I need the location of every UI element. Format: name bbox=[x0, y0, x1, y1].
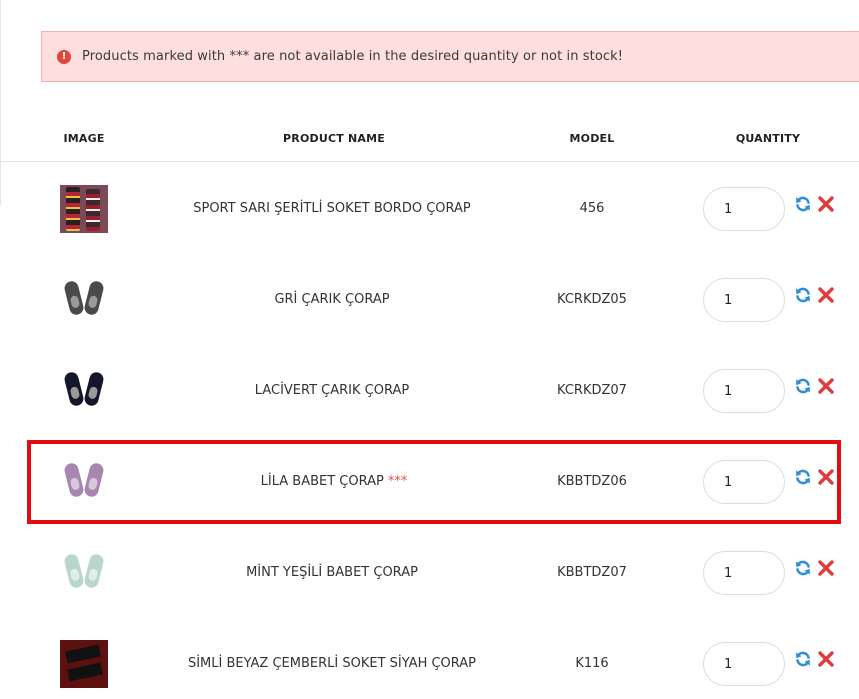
cart-row: SPORT SARI ŞERİTLİ SOKET BORDO ÇORAP 456 bbox=[0, 163, 859, 254]
lilac-liner-sock-image[interactable] bbox=[60, 458, 108, 506]
refresh-icon[interactable] bbox=[794, 195, 812, 213]
quantity-input[interactable] bbox=[703, 369, 785, 413]
remove-icon[interactable] bbox=[817, 559, 835, 577]
quantity-input[interactable] bbox=[703, 460, 785, 504]
shopping-cart-page: ! Products marked with *** are not avail… bbox=[0, 0, 859, 699]
exclamation-circle-icon: ! bbox=[57, 49, 71, 64]
product-model: 456 bbox=[579, 201, 605, 216]
product-name-link[interactable]: LACİVERT ÇARIK ÇORAP bbox=[159, 383, 509, 398]
navy-liner-sock-image[interactable] bbox=[60, 367, 108, 415]
product-name-link[interactable]: SİMLİ BEYAZ ÇEMBERLİ SOKET SİYAH ÇORAP bbox=[159, 656, 509, 671]
header-quantity: QUANTITY bbox=[735, 132, 801, 145]
product-name-link[interactable]: GRİ ÇARIK ÇORAP bbox=[159, 292, 509, 307]
quantity-input[interactable] bbox=[703, 278, 785, 322]
quantity-input[interactable] bbox=[703, 551, 785, 595]
mint-liner-sock-image[interactable] bbox=[60, 549, 108, 597]
gray-liner-sock-image[interactable] bbox=[60, 276, 108, 324]
quantity-input[interactable] bbox=[703, 642, 785, 686]
black-sock-image[interactable] bbox=[60, 640, 108, 688]
product-model: KBBTDZ07 bbox=[557, 565, 627, 580]
out-of-stock-marker: *** bbox=[387, 474, 408, 489]
refresh-icon[interactable] bbox=[794, 559, 812, 577]
header-model: MODEL bbox=[569, 132, 615, 145]
product-name-link[interactable]: MİNT YEŞİLİ BABET ÇORAP bbox=[159, 565, 509, 580]
header-product-name: PRODUCT NAME bbox=[283, 132, 385, 145]
cart-row: MİNT YEŞİLİ BABET ÇORAP KBBTDZ07 bbox=[0, 527, 859, 618]
refresh-icon[interactable] bbox=[794, 377, 812, 395]
stock-warning-alert: ! Products marked with *** are not avail… bbox=[41, 31, 859, 82]
remove-icon[interactable] bbox=[817, 286, 835, 304]
cart-row-out-of-stock: LİLA BABET ÇORAP *** KBBTDZ06 bbox=[0, 436, 859, 527]
cart-table-header: IMAGE PRODUCT NAME MODEL QUANTITY bbox=[0, 118, 859, 162]
refresh-icon[interactable] bbox=[794, 468, 812, 486]
remove-icon[interactable] bbox=[817, 377, 835, 395]
striped-sock-image[interactable] bbox=[60, 185, 108, 233]
cart-row: SİMLİ BEYAZ ÇEMBERLİ SOKET SİYAH ÇORAP K… bbox=[0, 618, 859, 699]
cart-row: GRİ ÇARIK ÇORAP KCRKDZ05 bbox=[0, 254, 859, 345]
refresh-icon[interactable] bbox=[794, 650, 812, 668]
remove-icon[interactable] bbox=[817, 195, 835, 213]
remove-icon[interactable] bbox=[817, 468, 835, 486]
remove-icon[interactable] bbox=[817, 650, 835, 668]
product-name-link[interactable]: SPORT SARI ŞERİTLİ SOKET BORDO ÇORAP bbox=[159, 201, 509, 216]
product-model: K116 bbox=[575, 656, 609, 671]
product-model: KCRKDZ07 bbox=[557, 383, 627, 398]
header-image: IMAGE bbox=[63, 132, 105, 145]
product-model: KCRKDZ05 bbox=[557, 292, 627, 307]
refresh-icon[interactable] bbox=[794, 286, 812, 304]
cart-row: LACİVERT ÇARIK ÇORAP KCRKDZ07 bbox=[0, 345, 859, 436]
alert-message: Products marked with *** are not availab… bbox=[82, 49, 624, 64]
quantity-input[interactable] bbox=[703, 187, 785, 231]
product-model: KBBTDZ06 bbox=[557, 474, 627, 489]
product-name-link[interactable]: LİLA BABET ÇORAP *** bbox=[159, 474, 509, 489]
